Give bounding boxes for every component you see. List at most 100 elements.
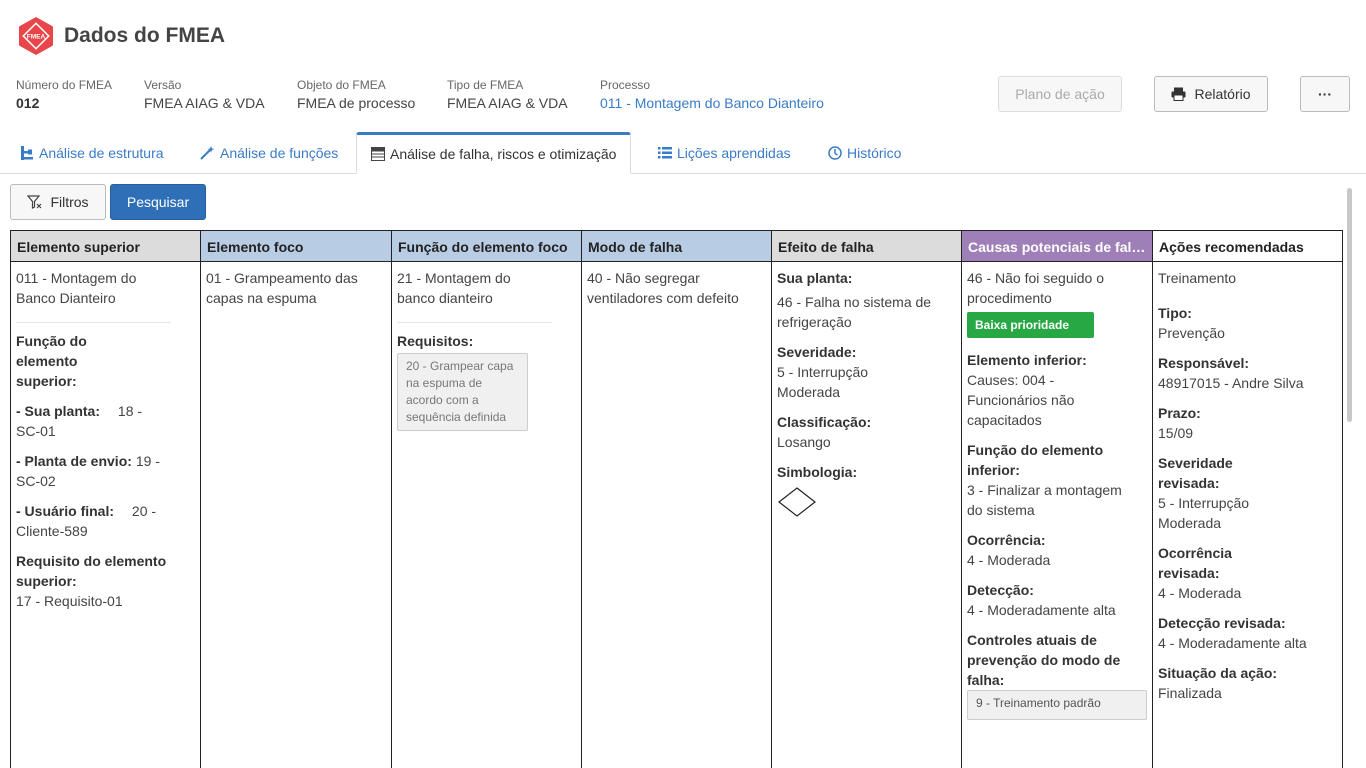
prioridade-badge: Baixa prioridade	[967, 312, 1094, 338]
prazo-value: 15/09	[1158, 425, 1194, 441]
table-cell[interactable]: 01 - Grampeamento das capas na espuma	[201, 262, 391, 314]
ocorrencia-label: Ocorrência:	[967, 532, 1046, 548]
severidade-value: 5 - Interrupção Moderada	[777, 364, 869, 400]
situacao-value: Finalizada	[1158, 685, 1222, 701]
tipo-label: Tipo de FMEA	[447, 78, 524, 92]
column-header[interactable]: Causas potenciais de falha	[962, 230, 1152, 262]
tipo-label: Tipo:	[1158, 305, 1192, 321]
planta-envio-label: - Planta de envio:	[16, 453, 132, 469]
meta-objeto: Objeto do FMEA FMEA de processo	[297, 78, 415, 111]
column-elemento-superior: Elemento superior 011 - Montagem do Banc…	[11, 230, 201, 768]
deteccao-revisada-label: Detecção revisada:	[1158, 615, 1286, 631]
divider	[397, 322, 552, 323]
deteccao-revisada-value: 4 - Moderadamente alta	[1158, 635, 1307, 651]
ocorrencia-revisada-value: 4 - Moderada	[1158, 585, 1242, 601]
tab-label: Análise de falha, riscos e otimização	[390, 146, 617, 162]
tab-label: Histórico	[847, 145, 902, 161]
severidade-revisada-value: 5 - Interrupção Moderada	[1158, 495, 1250, 531]
meta-numero: Número do FMEA 012	[16, 78, 112, 111]
tab-label: Análise de estrutura	[39, 145, 164, 161]
clock-icon	[828, 146, 842, 160]
table-cell[interactable]: 21 - Montagem do banco dianteiro Requisi…	[392, 262, 581, 437]
elemento-inferior-value: Causes: 004 - Funcionários não capacitad…	[967, 372, 1075, 428]
divider	[16, 322, 171, 323]
column-modo-de-falha: Modo de falha 40 - Não segregar ventilad…	[582, 230, 772, 768]
filter-icon	[27, 194, 42, 209]
prazo-label: Prazo:	[1158, 405, 1201, 421]
processo-link[interactable]: 011 - Montagem do Banco Dianteiro	[600, 95, 824, 111]
elemento-inferior-label: Elemento inferior:	[967, 352, 1087, 368]
magic-wand-icon	[200, 146, 215, 160]
tipo-value: Prevenção	[1158, 325, 1225, 341]
tab-label: Análise de funções	[220, 145, 339, 161]
fmea-table: Elemento superior 011 - Montagem do Banc…	[10, 230, 1343, 768]
planta-envio-row: - Planta de envio: 19 - SC-02	[16, 451, 166, 491]
processo-label: Processo	[600, 78, 651, 92]
tab-analise-falha[interactable]: Análise de falha, riscos e otimização	[356, 132, 632, 174]
plano-de-acao-button[interactable]: Plano de ação	[998, 76, 1122, 112]
sua-planta-label: - Sua planta:	[16, 403, 101, 419]
objeto-value: FMEA de processo	[297, 95, 416, 111]
objeto-label: Objeto do FMEA	[297, 78, 386, 92]
versao-label: Versão	[144, 78, 182, 92]
table-cell[interactable]: 011 - Montagem do Banco Dianteiro Função…	[11, 262, 200, 617]
causa-value: 46 - Não foi seguido o procedimento	[967, 270, 1104, 306]
vertical-scrollbar[interactable]	[1347, 188, 1352, 422]
column-header[interactable]: Função do elemento foco	[392, 230, 581, 262]
requisito-chip[interactable]: 20 - Grampear capa na espuma de acordo c…	[397, 353, 528, 431]
column-funcao-elemento-foco: Função do elemento foco 21 - Montagem do…	[392, 230, 582, 768]
more-options-button[interactable]: ···	[1300, 76, 1350, 112]
usuario-final-label: - Usuário final:	[16, 503, 115, 519]
table-cell[interactable]: Sua planta: 46 - Falha no sistema de ref…	[772, 262, 961, 529]
tab-analise-funcoes[interactable]: Análise de funções	[200, 132, 338, 174]
diamond-icon	[778, 487, 816, 517]
numero-label: Número do FMEA	[16, 78, 113, 92]
table-cell[interactable]: Treinamento Tipo: Prevenção Responsável:…	[1153, 262, 1342, 709]
numero-value: 012	[16, 95, 40, 111]
column-header[interactable]: Ações recomendadas	[1153, 230, 1342, 262]
table-cell[interactable]: 46 - Não foi seguido o procedimento Baix…	[962, 262, 1152, 726]
page-title: Dados do FMEA	[64, 24, 225, 47]
responsavel-label: Responsável:	[1158, 355, 1250, 371]
tab-bar: Análise de estrutura Análise de funções …	[0, 132, 1366, 174]
column-header[interactable]: Elemento superior	[11, 230, 200, 262]
versao-value: FMEA AIAG & VDA	[144, 95, 265, 111]
severidade-label: Severidade:	[777, 344, 857, 360]
ocorrencia-value: 4 - Moderada	[967, 552, 1051, 568]
classificacao-value: Losango	[777, 434, 831, 450]
tipo-value: FMEA AIAG & VDA	[447, 95, 568, 111]
column-efeito-de-falha: Efeito de falha Sua planta: 46 - Falha n…	[772, 230, 962, 768]
modo-falha-value: 40 - Não segregar ventiladores com defei…	[587, 270, 739, 306]
classificacao-label: Classificação:	[777, 414, 872, 430]
sua-planta-row: - Sua planta: 18 - SC-01	[16, 401, 166, 441]
funcao-superior-label: Função do elemento superior:	[16, 333, 87, 389]
tab-historico[interactable]: Histórico	[828, 132, 901, 174]
requisito-superior-label: Requisito do elemento superior:	[16, 553, 167, 589]
elemento-foco-value: 01 - Grampeamento das capas na espuma	[206, 270, 358, 306]
sua-planta-value: 46 - Falha no sistema de refrigeração	[777, 294, 932, 330]
funcao-foco-value: 21 - Montagem do banco dianteiro	[397, 270, 511, 306]
tab-licoes-aprendidas[interactable]: Lições aprendidas	[658, 132, 791, 174]
relatorio-button[interactable]: Relatório	[1154, 76, 1268, 112]
deteccao-value: 4 - Moderadamente alta	[967, 602, 1116, 618]
severidade-revisada-label: Severidade revisada:	[1158, 455, 1233, 491]
filtros-label: Filtros	[50, 194, 89, 210]
meta-processo: Processo 011 - Montagem do Banco Diantei…	[600, 78, 824, 111]
fmea-logo: FMEA	[19, 17, 53, 55]
filtros-button[interactable]: Filtros	[10, 184, 106, 220]
situacao-label: Situação da ação:	[1158, 665, 1278, 681]
deteccao-label: Detecção:	[967, 582, 1034, 598]
column-header[interactable]: Elemento foco	[201, 230, 391, 262]
column-header[interactable]: Modo de falha	[582, 230, 771, 262]
requisito-superior-value: 17 - Requisito-01	[16, 593, 123, 609]
table-cell[interactable]: 40 - Não segregar ventiladores com defei…	[582, 262, 771, 314]
logo-text: FMEA	[27, 34, 46, 41]
sua-planta-label: Sua planta:	[777, 270, 853, 286]
pesquisar-button[interactable]: Pesquisar	[110, 184, 206, 220]
tab-label: Lições aprendidas	[677, 145, 791, 161]
column-header[interactable]: Efeito de falha	[772, 230, 961, 262]
controle-chip[interactable]: 9 - Treinamento padrão	[967, 690, 1147, 720]
list-icon	[658, 147, 672, 159]
tab-analise-estrutura[interactable]: Análise de estrutura	[20, 132, 164, 174]
elemento-superior-value: 011 - Montagem do Banco Dianteiro	[16, 270, 137, 306]
